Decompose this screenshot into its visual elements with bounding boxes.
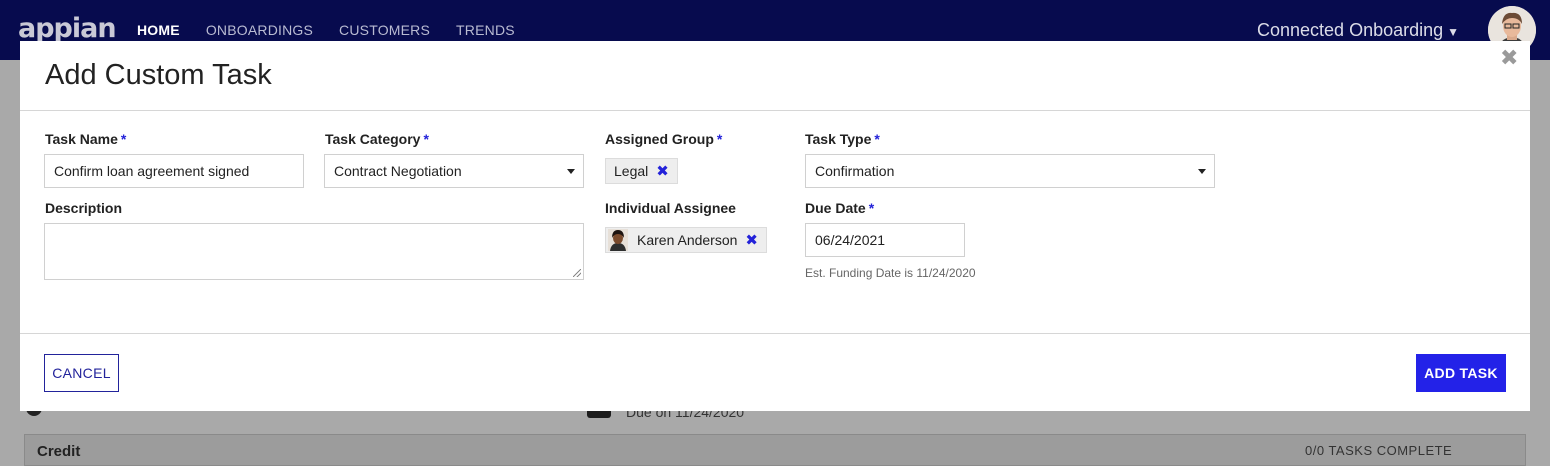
assigned-group-value: Legal	[614, 163, 649, 179]
task-category-label-text: Task Category	[325, 131, 421, 147]
nav-customers[interactable]: CUSTOMERS	[339, 22, 430, 38]
task-name-input[interactable]: Confirm loan agreement signed	[44, 154, 304, 188]
individual-assignee-label-text: Individual Assignee	[605, 200, 736, 216]
task-category-label: Task Category *	[325, 131, 429, 147]
appian-logo[interactable]: appian	[18, 13, 117, 44]
required-marker: *	[423, 131, 429, 147]
required-marker: *	[716, 131, 723, 147]
footer-divider	[20, 333, 1530, 334]
task-category-value: Contract Negotiation	[334, 163, 462, 179]
app-switcher-label: Connected Onboarding	[1257, 20, 1444, 40]
required-marker: *	[874, 131, 880, 147]
description-label-text: Description	[45, 200, 123, 216]
task-name-label-text: Task Name	[45, 131, 118, 147]
individual-assignee-label: Individual Assignee	[605, 200, 736, 216]
remove-assignee-icon[interactable]: ✖	[745, 231, 758, 249]
task-name-label: Task Name *	[45, 131, 126, 147]
assignee-value: Karen Anderson	[637, 232, 738, 248]
dialog-title: Add Custom Task	[45, 59, 272, 91]
dropdown-arrow-icon	[567, 169, 575, 174]
due-date-label: Due Date *	[805, 200, 874, 216]
nav-onboardings[interactable]: ONBOARDINGS	[206, 22, 313, 38]
person-avatar-icon	[608, 229, 628, 251]
task-type-label-text: Task Type	[805, 131, 872, 147]
cancel-button[interactable]: CANCEL	[44, 354, 119, 392]
task-type-select[interactable]: Confirmation	[805, 154, 1215, 188]
due-date-input[interactable]: 06/24/2021	[805, 223, 965, 257]
nav-home[interactable]: HOME	[137, 22, 180, 38]
task-name-value: Confirm loan agreement signed	[54, 163, 250, 179]
task-category-select[interactable]: Contract Negotiation	[324, 154, 584, 188]
resize-handle-icon[interactable]	[573, 269, 581, 277]
background-card-status: 0/0 TASKS COMPLETE	[1305, 443, 1453, 458]
due-date-label-text: Due Date	[805, 200, 866, 216]
assigned-group-token: Legal ✖	[605, 158, 678, 184]
required-marker: *	[868, 200, 875, 216]
caret-down-icon: ▼	[1447, 25, 1460, 39]
assigned-group-label-text: Assigned Group	[605, 131, 714, 147]
dropdown-arrow-icon	[1198, 169, 1206, 174]
due-date-helper-text: Est. Funding Date is 11/24/2020	[805, 266, 976, 280]
task-type-label: Task Type *	[805, 131, 880, 147]
description-textarea[interactable]	[44, 223, 584, 280]
assigned-group-label: Assigned Group *	[605, 131, 722, 147]
due-date-value: 06/24/2021	[815, 232, 886, 248]
add-custom-task-dialog: Add Custom Task ✖ Task Name * Confirm loa…	[20, 41, 1530, 411]
assignee-avatar	[608, 229, 628, 251]
app-switcher[interactable]: Connected Onboarding ▼	[1257, 20, 1459, 41]
background-credit-card: Credit 0/0 TASKS COMPLETE	[24, 434, 1526, 466]
main-nav: HOME ONBOARDINGS CUSTOMERS TRENDS	[137, 22, 541, 38]
description-label: Description	[45, 200, 122, 216]
header-divider	[20, 110, 1530, 111]
add-task-button[interactable]: ADD TASK	[1416, 354, 1506, 392]
nav-trends[interactable]: TRENDS	[456, 22, 515, 38]
task-type-value: Confirmation	[815, 163, 895, 179]
remove-group-icon[interactable]: ✖	[656, 162, 669, 180]
assignee-token: Karen Anderson ✖	[605, 227, 767, 253]
close-icon[interactable]: ✖	[1500, 45, 1518, 71]
required-marker: *	[120, 131, 127, 147]
